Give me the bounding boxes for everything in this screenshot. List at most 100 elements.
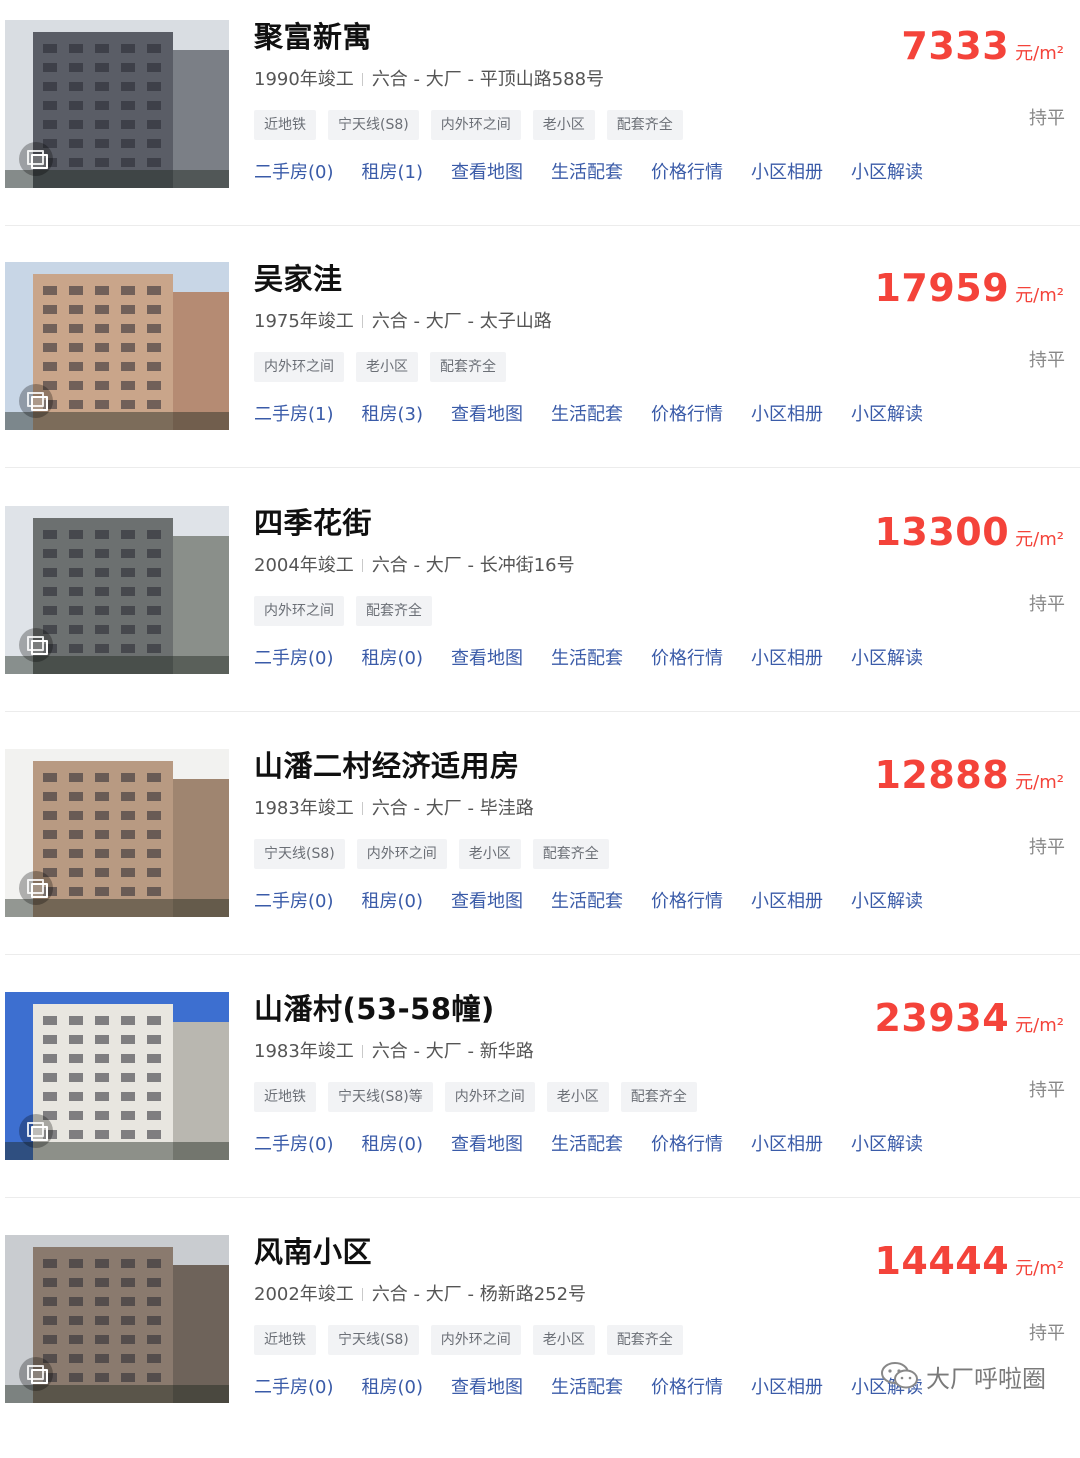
listing-card: 吴家洼 1975年竣工 六合 - 大厂 - 太子山路 内外环之间 老小区 配套齐全 二手房(… bbox=[0, 242, 1080, 485]
community-name[interactable]: 四季花街 bbox=[254, 503, 894, 543]
action-link[interactable]: 生活配套 bbox=[551, 1130, 623, 1160]
build-year: 1983年竣工 bbox=[254, 798, 354, 819]
action-link[interactable]: 小区解读 bbox=[851, 887, 923, 917]
action-link[interactable]: 二手房(0) bbox=[254, 158, 334, 188]
feature-tag: 老小区 bbox=[532, 110, 595, 140]
action-link[interactable]: 二手房(0) bbox=[254, 1373, 334, 1403]
community-name[interactable]: 山潘村(53-58幢) bbox=[254, 989, 894, 1029]
community-name[interactable]: 风南小区 bbox=[254, 1232, 894, 1272]
action-link[interactable]: 二手房(0) bbox=[254, 644, 334, 674]
action-link[interactable]: 生活配套 bbox=[551, 644, 623, 674]
action-link[interactable]: 小区相册 bbox=[751, 1130, 823, 1160]
listing-info: 吴家洼 1975年竣工 六合 - 大厂 - 太子山路 内外环之间 老小区 配套齐全 二手房(… bbox=[254, 259, 923, 430]
action-link[interactable]: 生活配套 bbox=[551, 400, 623, 430]
feature-tag: 宁天线(S8) bbox=[328, 1325, 419, 1355]
action-link[interactable]: 生活配套 bbox=[551, 158, 623, 188]
action-link[interactable]: 查看地图 bbox=[451, 158, 523, 188]
action-links: 二手房(0) 租房(1) 查看地图 生活配套 价格行情 小区相册 小区解读 bbox=[254, 158, 923, 188]
album-icon[interactable] bbox=[19, 628, 53, 662]
community-thumbnail[interactable] bbox=[5, 992, 229, 1160]
community-location: 六合 - 大厂 - 新华路 bbox=[371, 1041, 534, 1062]
action-link[interactable]: 小区相册 bbox=[751, 400, 823, 430]
community-name[interactable]: 吴家洼 bbox=[254, 259, 894, 299]
action-link[interactable]: 租房(3) bbox=[362, 400, 424, 430]
watermark-text: 大厂呼啦圈 bbox=[926, 1364, 1046, 1393]
community-thumbnail[interactable] bbox=[5, 1235, 229, 1403]
price-unit: 元/m² bbox=[1015, 43, 1064, 64]
album-icon[interactable] bbox=[19, 1357, 53, 1391]
album-icon[interactable] bbox=[19, 142, 53, 176]
meta-divider bbox=[361, 73, 363, 86]
build-year: 1975年竣工 bbox=[254, 311, 354, 332]
feature-tag: 内外环之间 bbox=[356, 839, 447, 869]
action-link[interactable]: 查看地图 bbox=[451, 1373, 523, 1403]
action-link[interactable]: 租房(0) bbox=[362, 1373, 424, 1403]
feature-tag: 老小区 bbox=[532, 1325, 595, 1355]
action-link[interactable]: 生活配套 bbox=[551, 1373, 623, 1403]
community-name[interactable]: 聚富新寓 bbox=[254, 17, 894, 57]
price-block: 13300 元/m² bbox=[874, 510, 1064, 554]
feature-tag: 老小区 bbox=[356, 352, 418, 382]
album-icon[interactable] bbox=[19, 384, 53, 418]
community-thumbnail[interactable] bbox=[5, 749, 229, 917]
action-link[interactable]: 租房(1) bbox=[362, 158, 424, 188]
action-link[interactable]: 租房(0) bbox=[362, 887, 424, 917]
community-thumbnail[interactable] bbox=[5, 20, 229, 188]
action-link[interactable]: 价格行情 bbox=[651, 887, 723, 917]
feature-tag: 配套齐全 bbox=[430, 352, 506, 382]
card-divider bbox=[5, 711, 1080, 712]
action-link[interactable]: 小区解读 bbox=[851, 1130, 923, 1160]
card-divider bbox=[5, 954, 1080, 955]
action-links: 二手房(0) 租房(0) 查看地图 生活配套 价格行情 小区相册 小区解读 bbox=[254, 1373, 923, 1403]
community-thumbnail[interactable] bbox=[5, 262, 229, 430]
price-trend: 持平 bbox=[1029, 837, 1065, 858]
price-unit: 元/m² bbox=[1015, 285, 1064, 306]
action-link[interactable]: 查看地图 bbox=[451, 644, 523, 674]
community-location: 六合 - 大厂 - 杨新路252号 bbox=[371, 1284, 587, 1305]
action-link[interactable]: 小区相册 bbox=[751, 644, 823, 674]
action-link[interactable]: 价格行情 bbox=[651, 158, 723, 188]
action-link[interactable]: 价格行情 bbox=[651, 1373, 723, 1403]
price-trend: 持平 bbox=[1029, 1323, 1065, 1344]
album-icon[interactable] bbox=[19, 871, 53, 905]
meta-divider bbox=[361, 315, 363, 328]
price-unit: 元/m² bbox=[1015, 772, 1064, 793]
action-link[interactable]: 二手房(0) bbox=[254, 887, 334, 917]
unit-price: 7333 bbox=[901, 24, 1010, 68]
action-link[interactable]: 租房(0) bbox=[362, 1130, 424, 1160]
tag-list: 近地铁 宁天线(S8) 内外环之间 老小区 配套齐全 bbox=[254, 1325, 894, 1355]
action-link[interactable]: 查看地图 bbox=[451, 400, 523, 430]
card-divider bbox=[5, 467, 1080, 468]
community-meta: 2004年竣工 六合 - 大厂 - 长冲街16号 bbox=[254, 551, 894, 581]
unit-price: 17959 bbox=[874, 266, 1010, 310]
action-link[interactable]: 价格行情 bbox=[651, 1130, 723, 1160]
action-link[interactable]: 价格行情 bbox=[651, 400, 723, 430]
community-location: 六合 - 大厂 - 太子山路 bbox=[371, 311, 552, 332]
unit-price: 23934 bbox=[874, 996, 1010, 1040]
feature-tag: 配套齐全 bbox=[620, 1082, 697, 1112]
action-link[interactable]: 二手房(0) bbox=[254, 1130, 334, 1160]
feature-tag: 配套齐全 bbox=[532, 839, 609, 869]
action-link[interactable]: 小区解读 bbox=[851, 158, 923, 188]
community-thumbnail[interactable] bbox=[5, 506, 229, 674]
action-link[interactable]: 查看地图 bbox=[451, 887, 523, 917]
listing-info: 风南小区 2002年竣工 六合 - 大厂 - 杨新路252号 近地铁 宁天线(S8) 内外… bbox=[254, 1232, 923, 1403]
action-link[interactable]: 二手房(1) bbox=[254, 400, 334, 430]
album-icon[interactable] bbox=[19, 1114, 53, 1148]
action-link[interactable]: 租房(0) bbox=[362, 644, 424, 674]
action-link[interactable]: 小区相册 bbox=[751, 887, 823, 917]
action-link[interactable]: 价格行情 bbox=[651, 644, 723, 674]
action-link[interactable]: 小区解读 bbox=[851, 400, 923, 430]
price-block: 17959 元/m² bbox=[874, 266, 1064, 310]
action-link[interactable]: 小区相册 bbox=[751, 158, 823, 188]
community-name[interactable]: 山潘二村经济适用房 bbox=[254, 746, 894, 786]
action-link[interactable]: 生活配套 bbox=[551, 887, 623, 917]
action-link[interactable]: 小区相册 bbox=[751, 1373, 823, 1403]
action-link[interactable]: 查看地图 bbox=[451, 1130, 523, 1160]
price-unit: 元/m² bbox=[1015, 1015, 1064, 1036]
community-location: 六合 - 大厂 - 平顶山路588号 bbox=[371, 69, 605, 90]
price-trend: 持平 bbox=[1029, 108, 1065, 129]
action-link[interactable]: 小区解读 bbox=[851, 644, 923, 674]
feature-tag: 宁天线(S8)等 bbox=[328, 1082, 433, 1112]
price-unit: 元/m² bbox=[1015, 1258, 1064, 1279]
